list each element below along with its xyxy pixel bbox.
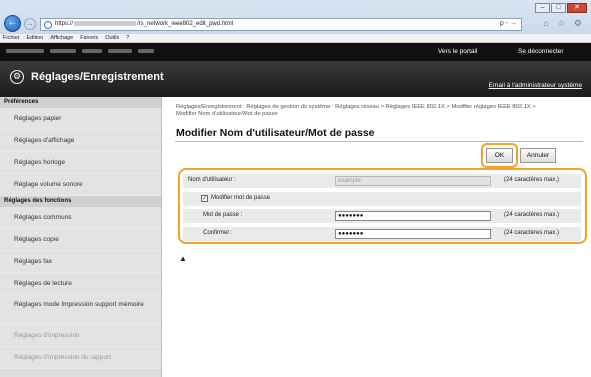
sidebar-item-report-printing[interactable]: Réglages d'impression du rapport: [0, 347, 161, 369]
back-to-top-icon[interactable]: ▲: [179, 254, 187, 263]
menu-help[interactable]: ?: [126, 34, 129, 42]
toolbar-icons[interactable]: ⌂ ☆ ⚙: [543, 18, 585, 29]
address-search-icon[interactable]: ρ - →: [500, 20, 517, 27]
sidebar-section-functions: Réglages des fonctions: [0, 196, 161, 207]
url-text: https:///rs_network_ieee802_edit_pwd.htm…: [55, 21, 234, 28]
minimize-button[interactable]: –: [535, 3, 550, 13]
sidebar-item-copy[interactable]: Réglages copie: [0, 229, 161, 251]
password-hint: (24 caractères max.): [504, 212, 560, 218]
ok-button[interactable]: OK: [486, 148, 513, 163]
password-label: Mot de passe :: [203, 212, 243, 218]
sidebar-section-preferences: Préférences: [0, 97, 161, 108]
sidebar-item-display[interactable]: Réglages d'affichage: [0, 130, 161, 152]
close-window-button[interactable]: ✕: [567, 3, 587, 13]
menu-edit[interactable]: Edition: [27, 34, 44, 42]
menu-view[interactable]: Affichage: [50, 34, 73, 42]
username-label: Nom d'utilisateur :: [188, 177, 236, 183]
address-bar[interactable]: https:///rs_network_ieee802_edit_pwd.htm…: [40, 18, 522, 31]
confirm-row: Confirmer : ●●●●●●● (24 caractères max.): [183, 227, 581, 241]
change-password-checkbox[interactable]: ✓: [201, 195, 208, 202]
sidebar-item-memory-print[interactable]: Réglages mode Impression support mémoire: [0, 295, 161, 325]
window-controls: – □ ✕: [535, 3, 587, 13]
title-divider: [175, 141, 583, 142]
sidebar: Préférences Réglages papier Réglages d'a…: [0, 97, 162, 377]
sidebar-item-paper[interactable]: Réglages papier: [0, 108, 161, 130]
change-password-row: ✓ Modifier mot de passe: [183, 192, 581, 206]
cancel-button[interactable]: Annuler: [520, 148, 556, 163]
password-row: Mot de passe : ●●●●●●● (24 caractères ma…: [183, 209, 581, 223]
sidebar-item-scan[interactable]: Réglages de lecture: [0, 273, 161, 295]
app-top-bar: Vers le portail Se déconnecter: [0, 43, 591, 61]
sidebar-item-common[interactable]: Réglages communs: [0, 207, 161, 229]
confirm-hint: (24 caractères max.): [504, 230, 560, 236]
browser-logo-icon: [44, 21, 52, 29]
confirm-field[interactable]: ●●●●●●●: [335, 229, 491, 239]
username-hint: (24 caractères max.): [504, 177, 560, 183]
settings-logo-icon: ⚙: [10, 70, 24, 84]
confirm-label: Confirmer :: [203, 230, 233, 236]
device-info-blurred: [6, 49, 154, 53]
main-content: Réglages/Enregistrement : Réglages de ge…: [163, 97, 591, 377]
breadcrumb: Réglages/Enregistrement : Réglages de ge…: [176, 104, 536, 117]
password-field[interactable]: ●●●●●●●: [335, 211, 491, 221]
menu-bar: Fichier Edition Affichage Favoris Outils…: [0, 34, 591, 43]
sidebar-item-volume[interactable]: Réglage volume sonore: [0, 174, 161, 196]
sidebar-item-clock[interactable]: Réglages horloge: [0, 152, 161, 174]
menu-tools[interactable]: Outils: [105, 34, 119, 42]
maximize-button[interactable]: □: [551, 3, 566, 13]
admin-email-link[interactable]: Email à l'administrateur système: [489, 82, 582, 89]
back-arrow-icon[interactable]: ←: [4, 15, 21, 32]
portal-link[interactable]: Vers le portail: [438, 48, 477, 55]
username-row: Nom d'utilisateur : example (24 caractèr…: [183, 174, 581, 188]
app-title-bar: ⚙ Réglages/Enregistrement Email à l'admi…: [0, 61, 591, 97]
sidebar-item-printing[interactable]: Réglages d'impression: [0, 325, 161, 347]
menu-file[interactable]: Fichier: [3, 34, 20, 42]
app-title: Réglages/Enregistrement: [31, 71, 164, 83]
change-password-label: Modifier mot de passe: [211, 195, 271, 201]
username-field[interactable]: example: [335, 176, 491, 186]
menu-favorites[interactable]: Favoris: [80, 34, 98, 42]
forward-arrow-icon[interactable]: →: [24, 18, 36, 30]
logout-link[interactable]: Se déconnecter: [518, 48, 564, 55]
page-title: Modifier Nom d'utilisateur/Mot de passe: [176, 127, 375, 139]
sidebar-item-fax[interactable]: Réglages fax: [0, 251, 161, 273]
